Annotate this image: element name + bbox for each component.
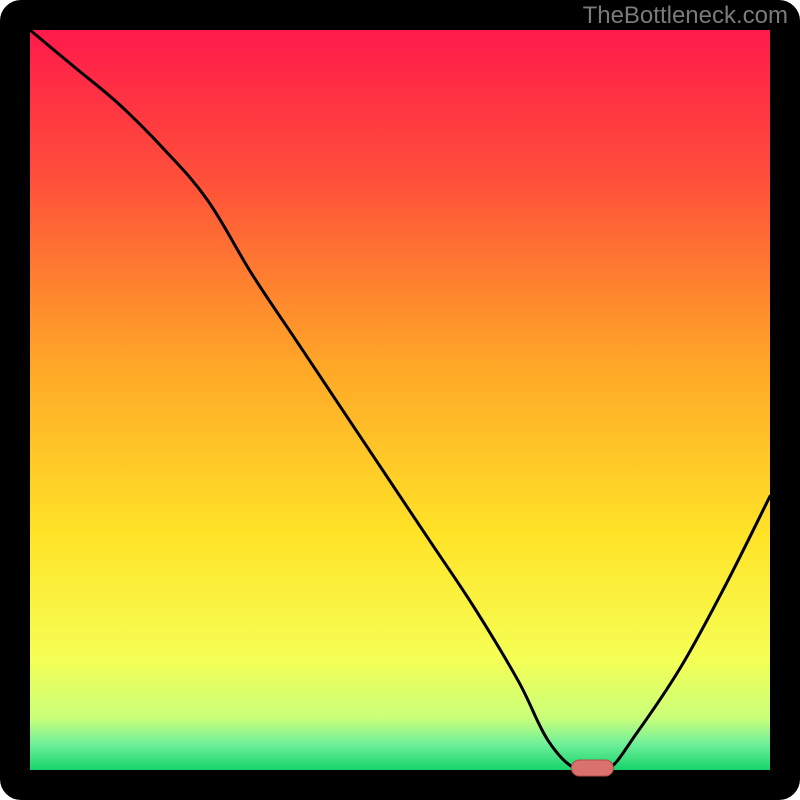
chart-svg [0,0,800,800]
optimal-marker [571,760,613,776]
chart-container: TheBottleneck.com [0,0,800,800]
plot-background [30,30,770,770]
watermark-text: TheBottleneck.com [583,2,788,30]
